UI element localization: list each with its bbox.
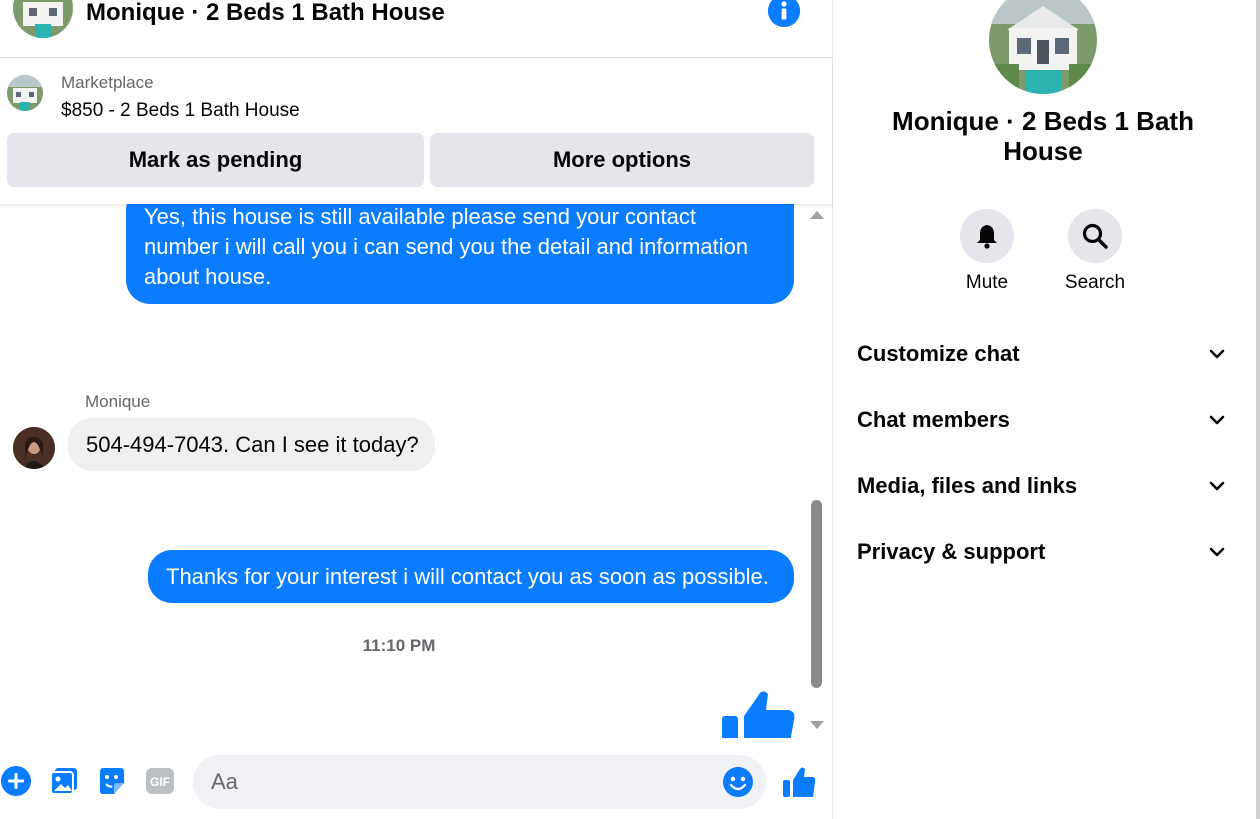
mute-label: Mute [965,272,1009,293]
emoji-icon[interactable] [722,766,754,798]
message-timestamp: 11:10 PM [362,636,436,655]
plus-icon[interactable] [0,765,32,797]
section-label: Customize chat [857,341,1020,366]
message-list[interactable]: Yes, this house is still available pleas… [0,204,832,738]
incoming-message[interactable]: 504-494-7043. Can I see it today? [68,418,435,471]
message-scrollbar[interactable] [808,204,826,738]
gif-icon[interactable]: GIF [144,765,176,797]
privacy-support-section[interactable]: Privacy & support [857,532,1227,572]
sender-avatar[interactable] [13,427,55,469]
conversation-avatar[interactable] [13,0,73,38]
profile-name: Monique · 2 Beds 1 Bath House [892,106,1194,166]
sticker-icon[interactable] [96,765,128,797]
outgoing-message[interactable]: Yes, this house is still available pleas… [126,204,794,304]
section-label: Chat members [857,407,1010,432]
section-label: Media, files and links [857,473,1078,498]
customize-chat-section[interactable]: Customize chat [857,334,1227,374]
outgoing-message[interactable]: Thanks for your interest i will contact … [148,550,794,603]
scroll-up-arrow-icon[interactable] [810,211,824,219]
message-input[interactable] [193,755,766,809]
message-composer: GIF [0,738,832,819]
bell-icon[interactable] [960,209,1014,263]
thumbs-up-icon[interactable] [782,765,816,799]
search-icon[interactable] [1068,209,1122,263]
chevron-down-icon [1209,415,1225,425]
listing-price-title[interactable]: $850 - 2 Beds 1 Bath House [61,100,300,122]
chat-header: Monique · 2 Beds 1 Bath House [0,0,832,58]
window-edge [1256,0,1260,819]
search-button[interactable]: Search [1060,209,1130,294]
gif-label: GIF [150,775,170,789]
listing-source: Marketplace [61,73,154,92]
chat-members-section[interactable]: Chat members [857,400,1227,440]
info-icon[interactable] [768,0,800,27]
chevron-down-icon [1209,547,1225,557]
marketplace-listing-bar: Marketplace $850 - 2 Beds 1 Bath House M… [0,58,832,204]
scrollbar-thumb[interactable] [811,500,822,688]
media-files-links-section[interactable]: Media, files and links [857,466,1227,506]
thumbs-up-sticker-icon[interactable] [720,686,796,738]
mute-button[interactable]: Mute [952,209,1022,294]
listing-thumbnail[interactable] [7,75,43,111]
more-options-button[interactable]: More options [430,133,814,187]
profile-photo[interactable] [989,0,1097,94]
sender-name: Monique [85,392,151,411]
conversation-title: Monique · 2 Beds 1 Bath House [86,0,445,26]
chat-pane: Monique · 2 Beds 1 Bath House Marketplac… [0,0,833,819]
scroll-down-arrow-icon[interactable] [810,721,824,729]
chevron-down-icon [1209,349,1225,359]
section-label: Privacy & support [857,539,1046,564]
photo-icon[interactable] [48,765,80,797]
mark-as-pending-button[interactable]: Mark as pending [7,133,424,187]
search-label: Search [1064,272,1126,293]
conversation-info-panel: Monique · 2 Beds 1 Bath House Mute Searc… [833,0,1260,819]
chevron-down-icon [1209,481,1225,491]
